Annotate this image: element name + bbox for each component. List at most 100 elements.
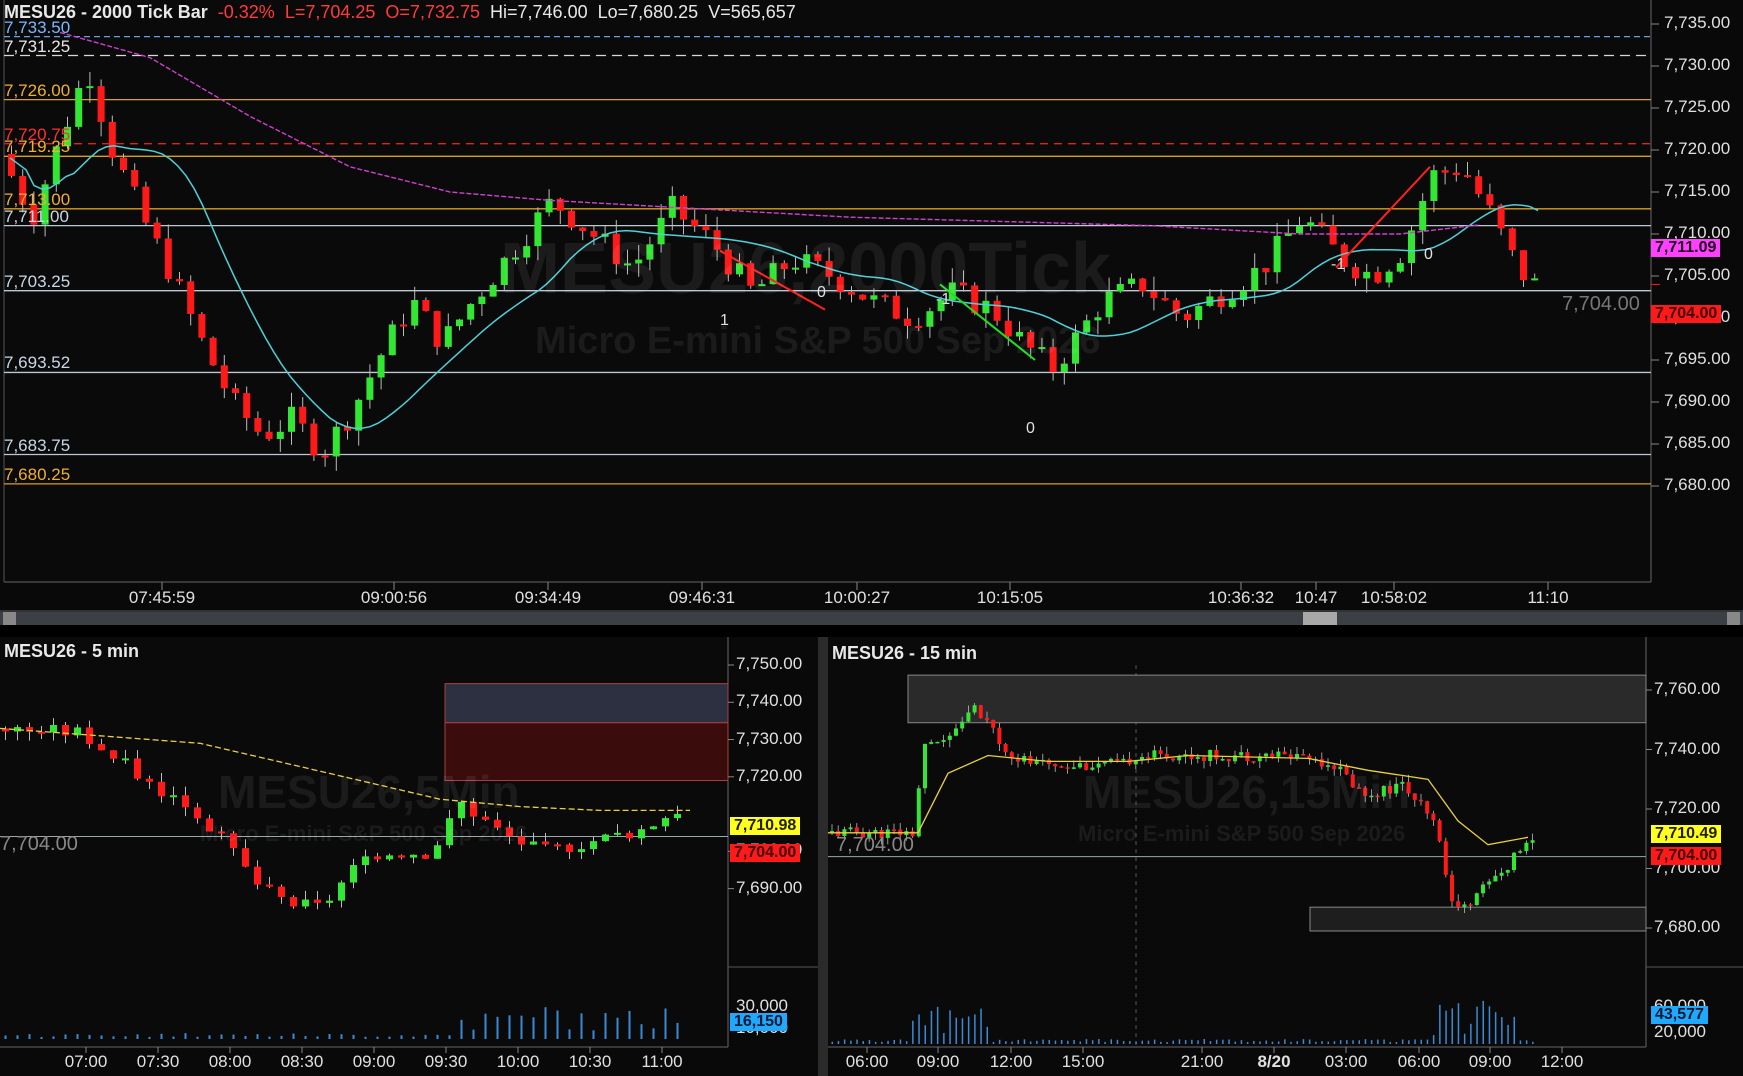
fifteen-min-volume-bar: [1339, 1040, 1342, 1044]
fifteen-min-candle-up: [1177, 756, 1182, 761]
five-min-volume-bar: [208, 1035, 211, 1039]
fifteen-min-volume-bar: [1463, 1033, 1466, 1044]
fifteen-min-time-label: 12:00: [1540, 1052, 1584, 1071]
fifteen-min-volume-bar: [1141, 1040, 1143, 1044]
scrollbar-thumb[interactable]: [1303, 612, 1337, 625]
five-min-volume-bar: [544, 1007, 547, 1039]
level-label: 7,719.25: [4, 137, 71, 157]
fifteen-min-volume-bar: [1358, 1040, 1360, 1044]
signal-annotation: 0: [1424, 246, 1433, 263]
fifteen-min-volume-bar: [862, 1041, 864, 1044]
fifteen-min-volume-bar: [1166, 1041, 1168, 1044]
fifteen-min-candle-down: [1214, 749, 1219, 760]
candle-up: [1228, 299, 1236, 308]
fifteen-min-volume-tag: 43,577: [1651, 1006, 1708, 1024]
fifteen-min-volume-bar: [850, 1040, 852, 1044]
fifteen-min-volume-bar: [961, 1018, 964, 1044]
candle-down: [568, 210, 575, 228]
fifteen-min-volume-bar: [949, 1010, 951, 1044]
fifteen-min-volume-bar: [1439, 1004, 1441, 1044]
fifteen-min-volume-bar: [1519, 1040, 1522, 1044]
candle-up: [1060, 363, 1068, 373]
fifteen-min-candle-down: [1251, 761, 1256, 763]
candle-down: [1475, 176, 1483, 195]
fifteen-min-time-label: 06:00: [845, 1052, 889, 1071]
fifteen-min-volume-bar: [943, 1032, 945, 1044]
fifteen-min-candle-down: [991, 720, 996, 728]
fifteen-min-volume-bar: [1122, 1041, 1125, 1044]
signal-annotation: -1: [1331, 256, 1346, 273]
fifteen-min-candle-down: [1431, 813, 1436, 821]
level-label: 7,731.25: [4, 36, 71, 56]
five-min-candle-down: [98, 743, 105, 751]
five-min-chart-canvas[interactable]: [0, 637, 818, 1076]
candle-down: [433, 311, 441, 347]
fifteen-min-candle-up: [1276, 751, 1281, 757]
price-axis-label: 7,695.00: [1664, 349, 1731, 368]
five-min-candle-up: [122, 758, 129, 761]
fifteen-min-candle-up: [1239, 752, 1244, 756]
five-min-candle-up: [662, 818, 669, 827]
fifteen-min-volume-bar: [992, 1041, 995, 1044]
fifteen-min-volume-bar: [1277, 1041, 1280, 1044]
time-axis-label: 10:47: [1294, 588, 1338, 607]
fifteen-min-volume-bar: [1191, 1039, 1193, 1044]
fifteen-min-chart-pane[interactable]: MESU26,15Min Micro E-mini S&P 500 Sep 20…: [828, 637, 1743, 1076]
fifteen-min-volume-bar: [1098, 1039, 1100, 1044]
scrollbar-track[interactable]: [0, 612, 1743, 625]
tick-chart-change: -0.32%: [217, 2, 275, 22]
five-min-volume-bar: [448, 1035, 451, 1039]
scrollbar-right-arrow[interactable]: [1727, 612, 1740, 625]
fifteen-min-volume-bar: [1290, 1041, 1292, 1044]
five-min-candle-up: [326, 900, 333, 903]
candle-down: [97, 86, 105, 122]
fifteen-min-candle-up: [1481, 884, 1485, 894]
tick-chart-title: MESU26 - 2000 Tick Bar -0.32% L=7,704.25 O=…: [4, 2, 796, 23]
fifteen-min-chart-canvas[interactable]: [828, 637, 1743, 1076]
tick-chart-last: L=7,704.25: [284, 2, 376, 22]
tick-chart-watermark: MESU26,2000Tick: [500, 229, 1112, 309]
level-label: 7,693.52: [4, 353, 71, 373]
fifteen-min-volume-bar: [1060, 1039, 1063, 1044]
fifteen-min-volume-bar: [936, 1006, 939, 1044]
fifteen-min-candle-up: [1512, 852, 1516, 871]
five-min-candle-up: [614, 832, 621, 835]
fifteen-min-candle-up: [1078, 763, 1082, 768]
five-min-volume-tag: 16,150: [730, 1013, 787, 1031]
five-min-candle-down: [134, 758, 141, 779]
fifteen-min-candle-down: [1053, 764, 1058, 767]
five-min-candle-down: [554, 844, 561, 847]
fifteen-min-volume-bar: [1507, 1024, 1509, 1044]
time-axis-label: 07:45:59: [128, 588, 196, 607]
five-min-volume-bar: [172, 1036, 175, 1039]
candle-down: [1374, 271, 1382, 283]
five-min-candle-up: [50, 724, 57, 733]
candle-down: [187, 281, 195, 315]
five-min-volume-bar: [352, 1034, 355, 1039]
candle-down: [1486, 194, 1494, 206]
five-min-time-label: 09:00: [352, 1052, 396, 1071]
candle-down: [299, 406, 307, 424]
five-min-candle-down: [422, 854, 429, 859]
fifteen-min-volume-bar: [1178, 1039, 1181, 1044]
pane-splitter[interactable]: [818, 637, 828, 1076]
fifteen-min-volume-bar: [1054, 1040, 1057, 1044]
price-axis-label: 7,725.00: [1664, 97, 1731, 116]
five-min-time-label: 09:30: [424, 1052, 468, 1071]
fifteen-min-volume-bar: [1432, 1035, 1435, 1044]
fifteen-min-time-label: 8/20: [1257, 1052, 1291, 1071]
fifteen-min-volume-bar: [1451, 1008, 1453, 1044]
fifteen-min-price-label: 7,740.00: [1654, 738, 1721, 758]
fifteen-min-ma-tag: 7,710.49: [1651, 825, 1722, 843]
fifteen-min-candle-down: [892, 829, 896, 831]
tick-chart-low: Lo=7,680.25: [597, 2, 699, 22]
tick-chart-pane[interactable]: MESU26,2000Tick Micro E-mini S&P 500 Sep…: [0, 0, 1743, 612]
five-min-price-label: 7,690.00: [736, 877, 803, 897]
scrollbar-left-arrow[interactable]: [3, 612, 16, 625]
five-min-volume-bar: [472, 1029, 475, 1039]
five-min-chart-pane[interactable]: MESU26,5Min Micro E-mini S&P 500 Sep 202…: [0, 637, 818, 1076]
candle-down: [310, 423, 318, 456]
five-min-candle-down: [146, 778, 153, 782]
candle-down: [1452, 172, 1460, 176]
fifteen-min-volume-bar: [1005, 1041, 1007, 1044]
